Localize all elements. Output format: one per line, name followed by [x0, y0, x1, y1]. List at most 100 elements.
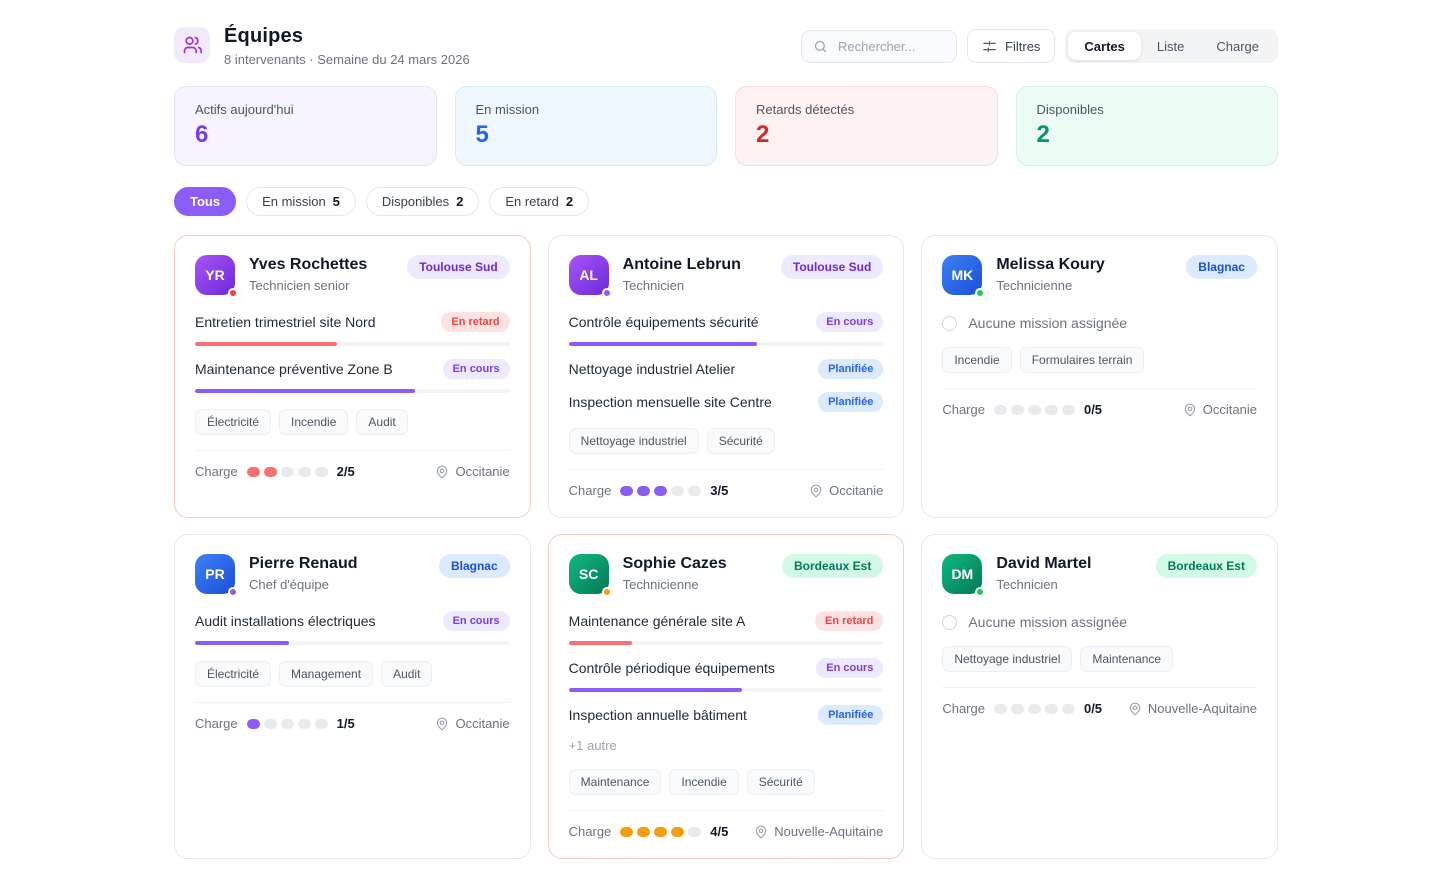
mission-list: Entretien trimestriel site Nord En retard… — [195, 312, 510, 393]
charge-indicator: Charge4/5 — [569, 824, 729, 839]
mission-head: Maintenance générale site AEn retard — [569, 611, 884, 631]
charge-label: Charge — [195, 716, 238, 731]
charge-dot — [281, 719, 294, 729]
charge-dot — [994, 704, 1007, 714]
avatar-initials: MK — [951, 267, 973, 283]
skill-tag: Maintenance — [569, 769, 662, 795]
region: Occitanie — [1183, 402, 1257, 417]
charge-dot — [620, 827, 633, 837]
avatar-initials: AL — [579, 267, 598, 283]
charge-dots — [994, 704, 1075, 714]
charge-dot — [298, 719, 311, 729]
skill-tag: Sécurité — [747, 769, 815, 795]
mission-title: Contrôle équipements sécurité — [569, 314, 759, 330]
mission-progress-fill — [569, 641, 632, 645]
status-dot — [228, 288, 238, 298]
charge-indicator: Charge3/5 — [569, 483, 729, 498]
status-dot — [602, 587, 612, 597]
mission-row[interactable]: Contrôle périodique équipementsEn cours — [569, 658, 884, 692]
charge-dot — [620, 486, 633, 496]
view-tab-cartes[interactable]: Cartes — [1068, 32, 1140, 60]
charge-dot — [1028, 405, 1041, 415]
map-pin-icon — [435, 465, 449, 479]
charge-label: Charge — [942, 701, 985, 716]
mission-status-badge: En retard — [441, 312, 509, 332]
mission-status-badge: En cours — [816, 312, 883, 332]
region-label: Occitanie — [455, 464, 509, 479]
skill-tags: Maintenance Incendie Sécurité — [569, 769, 884, 795]
region-label: Occitanie — [455, 716, 509, 731]
mission-title: Nettoyage industriel Atelier — [569, 361, 736, 377]
card-footer: Charge2/5 Occitanie — [195, 450, 510, 479]
filters-button[interactable]: Filtres — [967, 29, 1055, 63]
mission-row[interactable]: Entretien trimestriel site Nord En retard — [195, 312, 510, 346]
skill-tag: Incendie — [942, 347, 1011, 373]
view-tab-charge[interactable]: Charge — [1200, 32, 1275, 60]
card-footer: Charge4/5Nouvelle-Aquitaine — [569, 810, 884, 839]
charge-dot — [281, 467, 294, 477]
charge-indicator: Charge2/5 — [195, 464, 355, 479]
mission-list: Audit installations électriquesEn cours — [195, 611, 510, 645]
filter-pill-label: En retard — [505, 194, 558, 209]
stat-label: Retards détectés — [756, 102, 977, 117]
mission-title: Inspection annuelle bâtiment — [569, 707, 747, 723]
more-missions-label: +1 autre — [569, 738, 884, 753]
filter-pill[interactable]: En mission5 — [246, 187, 356, 216]
filter-pill-count: 2 — [456, 194, 463, 209]
no-mission-label: Aucune mission assignée — [968, 315, 1127, 331]
stat-value: 5 — [476, 122, 697, 148]
filter-pill-label: Tous — [190, 194, 220, 209]
skill-tag: Incendie — [669, 769, 738, 795]
mission-head: Maintenance préventive Zone B En cours — [195, 359, 510, 379]
charge-dots — [247, 467, 328, 477]
charge-dot — [671, 827, 684, 837]
team-icon — [174, 27, 210, 63]
person-card[interactable]: YRYves RochettesTechnicien seniorToulous… — [174, 235, 531, 518]
filter-pill[interactable]: Disponibles2 — [366, 187, 479, 216]
mission-head: Inspection mensuelle site CentrePlanifié… — [569, 392, 884, 412]
topbar-left: Équipes 8 intervenants · Semaine du 24 m… — [174, 25, 470, 67]
mission-title: Entretien trimestriel site Nord — [195, 314, 376, 330]
person-card[interactable]: MKMelissa KouryTechnicienneBlagnacAucune… — [921, 235, 1278, 518]
search-icon — [813, 39, 828, 54]
charge-dot — [1011, 704, 1024, 714]
mission-list: Contrôle équipements sécurité En cours Net… — [569, 312, 884, 412]
charge-dot — [247, 719, 260, 729]
search-input[interactable] — [836, 38, 945, 55]
charge-value: 3/5 — [710, 483, 728, 498]
search-box[interactable] — [801, 30, 957, 63]
filter-pill[interactable]: Tous — [174, 187, 236, 216]
mission-status-badge: En cours — [443, 359, 510, 379]
map-pin-icon — [809, 484, 823, 498]
charge-label: Charge — [195, 464, 238, 479]
mission-progress-track — [195, 641, 510, 645]
mission-progress-fill — [195, 641, 289, 645]
mission-row[interactable]: Maintenance générale site AEn retard — [569, 611, 884, 645]
avatar: YR — [195, 255, 235, 295]
skill-tag: Électricité — [195, 409, 271, 435]
skill-tag: Nettoyage industriel — [569, 428, 699, 454]
view-tab-liste[interactable]: Liste — [1141, 32, 1200, 60]
mission-row[interactable]: Audit installations électriquesEn cours — [195, 611, 510, 645]
stat-value: 2 — [756, 122, 977, 148]
mission-title: Maintenance préventive Zone B — [195, 361, 393, 377]
mission-progress-track — [569, 641, 884, 645]
site-badge: Bordeaux Est — [782, 554, 883, 578]
no-mission-state: Aucune mission assignée — [942, 315, 1257, 331]
card-footer: Charge0/5Occitanie — [942, 388, 1257, 417]
mission-status-badge: Planifiée — [818, 392, 883, 412]
circle-icon — [942, 316, 957, 331]
charge-dot — [654, 827, 667, 837]
avatar-initials: DM — [951, 566, 973, 582]
stat-label: En mission — [476, 102, 697, 117]
mission-row[interactable]: Inspection mensuelle site CentrePlanifié… — [569, 392, 884, 412]
mission-row[interactable]: Maintenance préventive Zone B En cours — [195, 359, 510, 393]
mission-row[interactable]: Contrôle équipements sécurité En cours — [569, 312, 884, 346]
charge-dots — [620, 827, 701, 837]
mission-row[interactable]: Nettoyage industriel AtelierPlanifiée — [569, 359, 884, 379]
person-name: Melissa Koury — [996, 256, 1172, 274]
person-card[interactable]: ALAntoine LebrunTechnicienToulouse SudCo… — [548, 235, 905, 518]
filter-pill[interactable]: En retard2 — [489, 187, 589, 216]
mission-row[interactable]: Inspection annuelle bâtimentPlanifiée — [569, 705, 884, 725]
charge-value: 0/5 — [1084, 402, 1102, 417]
